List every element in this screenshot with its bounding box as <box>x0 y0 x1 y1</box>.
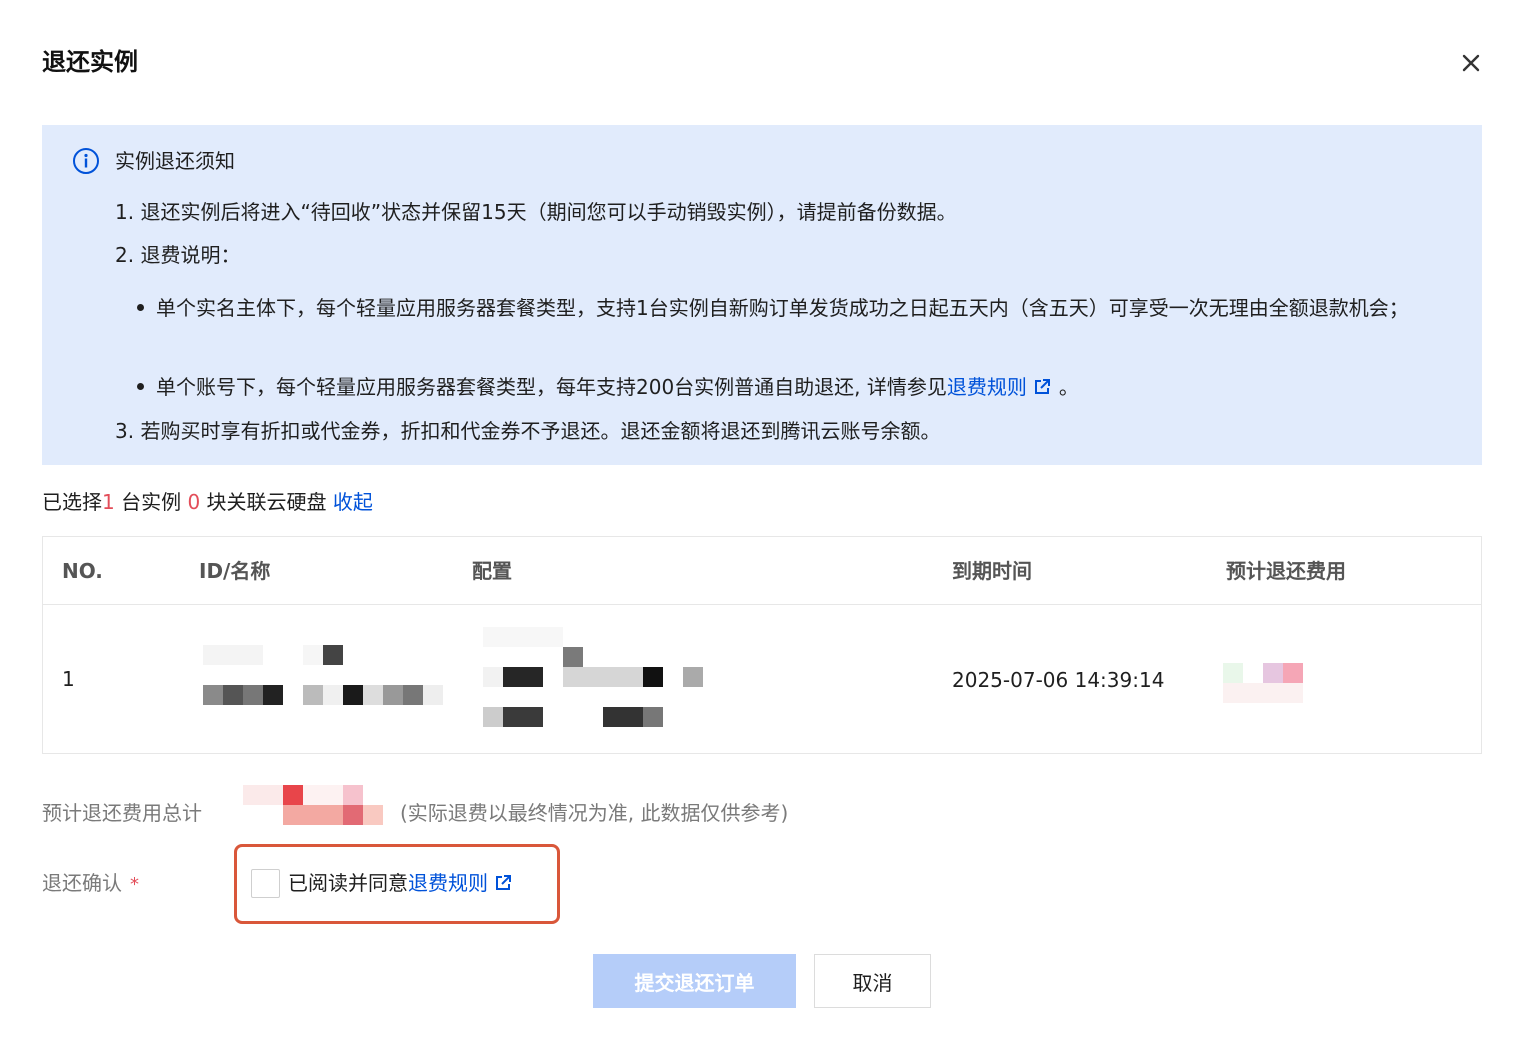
agree-text-label[interactable]: 已阅读并同意 <box>288 871 408 895</box>
header-no: NO. <box>62 559 103 583</box>
bullet-dot <box>137 383 144 390</box>
disk-count: 0 <box>187 490 201 514</box>
instance-count: 1 <box>102 490 115 514</box>
bullet-2-text: 单个账号下，每个轻量应用服务器套餐类型，每年支持200台实例普通自助退还, 详情… <box>156 370 1446 404</box>
submit-refund-button[interactable]: 提交退还订单 <box>593 954 796 1008</box>
required-mark: * <box>130 874 139 895</box>
refund-rules-link-2-text[interactable]: 退费规则 <box>408 871 488 895</box>
agree-text[interactable]: 已阅读并同意退费规则 <box>288 867 512 899</box>
row-expire-time: 2025-07-06 14:39:14 <box>952 668 1165 692</box>
redacted-config <box>483 627 743 727</box>
notice-line-1: 1. 退还实例后将进入“待回收”状态并保留15天（期间您可以手动销毁实例），请提… <box>115 200 957 224</box>
refund-rules-link-text[interactable]: 退费规则 <box>947 375 1027 399</box>
confirm-label: 退还确认 * <box>42 867 139 901</box>
instance-unit: 台实例 <box>114 490 188 514</box>
selection-prefix: 已选择 <box>42 490 102 514</box>
bullet-2-prefix: 单个账号下，每个轻量应用服务器套餐类型，每年支持200台实例普通自助退还, 详情… <box>156 375 947 399</box>
close-button[interactable] <box>1456 48 1486 78</box>
header-refund-fee: 预计退还费用 <box>1226 559 1346 583</box>
bullet-2-suffix: 。 <box>1058 375 1079 399</box>
notice-title: 实例退还须知 <box>115 149 235 173</box>
cancel-button[interactable]: 取消 <box>814 954 931 1008</box>
row-no: 1 <box>62 667 75 691</box>
total-label: 预计退还费用总计 <box>42 801 202 825</box>
info-icon <box>73 148 99 174</box>
refund-rules-link[interactable]: 退费规则 <box>947 375 1051 399</box>
bullet-1-text: 单个实名主体下，每个轻量应用服务器套餐类型，支持1台实例自新购订单发货成功之日起… <box>156 296 1409 320</box>
header-config: 配置 <box>472 559 512 583</box>
collapse-link[interactable]: 收起 <box>333 490 373 514</box>
selection-summary: 已选择1 台实例 0 块关联云硬盘 收起 <box>42 486 373 518</box>
external-link-icon <box>496 875 511 890</box>
close-icon <box>1462 54 1480 72</box>
header-expire-time: 到期时间 <box>952 559 1032 583</box>
table-header: NO. ID/名称 配置 到期时间 预计退还费用 <box>43 537 1481 605</box>
dialog-title: 退还实例 <box>42 48 138 76</box>
refund-notice: 实例退还须知 1. 退还实例后将进入“待回收”状态并保留15天（期间您可以手动销… <box>42 125 1482 465</box>
header-id-name: ID/名称 <box>199 559 271 583</box>
table-row: 1 2025-07-06 14:39:14 <box>43 605 1481 753</box>
disk-unit: 块关联云硬盘 <box>200 490 333 514</box>
refund-dialog: 退还实例 实例退还须知 1. 退还实例后将进入“待回收”状态并保留15天（期间您… <box>0 0 1524 1048</box>
notice-line-3: 3. 若购买时享有折扣或代金券，折扣和代金券不予退还。退还金额将退还到腾讯云账号… <box>115 419 941 443</box>
agree-checkbox[interactable] <box>251 869 280 898</box>
redacted-instance-id <box>203 645 453 707</box>
redacted-refund-fee <box>1223 663 1323 703</box>
instance-table: NO. ID/名称 配置 到期时间 预计退还费用 1 2025-07-06 14… <box>42 536 1482 754</box>
confirm-label-text: 退还确认 <box>42 871 122 895</box>
refund-rules-link-2[interactable]: 退费规则 <box>408 871 512 895</box>
notice-line-2: 2. 退费说明： <box>115 243 241 267</box>
redacted-total-fee <box>243 785 383 825</box>
external-link-icon <box>1034 379 1050 394</box>
bullet-dot <box>137 304 144 311</box>
total-hint: (实际退费以最终情况为准, 此数据仅供参考) <box>400 801 789 825</box>
